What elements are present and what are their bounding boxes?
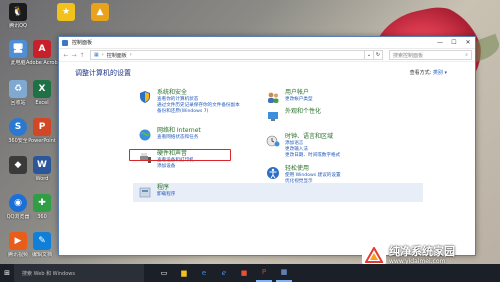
monitor-palette-icon: [265, 108, 281, 124]
desktop-icon-acrobat[interactable]: A Adobe Acrobat: [26, 40, 58, 66]
program-box-icon: [137, 184, 153, 200]
app-red-icon[interactable]: ■: [236, 264, 252, 282]
game-icon: ◆: [9, 156, 27, 174]
control-panel-icon: [62, 39, 68, 46]
chevron-right-icon: ›: [129, 52, 132, 58]
up-arrow-icon[interactable]: ↑: [78, 51, 86, 59]
recycle-bin-icon: ♻: [9, 80, 27, 98]
desktop-icon-excel[interactable]: X Excel: [26, 80, 58, 106]
taskbar-search-text: 搜索 Web 和 Windows: [22, 270, 75, 277]
category-link[interactable]: 卸载程序: [157, 192, 175, 198]
category-title[interactable]: 外观和个性化: [285, 108, 321, 116]
category-ease-of-access: 轻松使用 使用 Windows 建议的设置 优化视觉显示: [265, 165, 341, 185]
excel-icon: X: [33, 80, 51, 98]
category-title[interactable]: 用户帐户: [285, 89, 313, 97]
title-bar[interactable]: 控制面板 — ☐ ✕: [59, 37, 475, 49]
globe-icon: [137, 127, 153, 143]
edge-browser-icon[interactable]: e: [196, 264, 212, 282]
computer-icon: 🖥: [9, 40, 27, 58]
desktop-icon-qq[interactable]: 🐧 腾讯QQ: [2, 3, 34, 29]
chevron-right-icon: ›: [101, 52, 104, 58]
powerpoint-icon: P: [33, 118, 51, 136]
category-user-accounts: 用户帐户 更改帐户类型: [265, 89, 313, 105]
view-by: 查看方式: 类别 ▾: [410, 69, 447, 76]
category-link[interactable]: 优化视觉显示: [285, 179, 341, 185]
page-title: 调整计算机的设置: [75, 69, 131, 77]
address-bar: ← → ↑ ▦ › 控制面板 › ⌄ ↻ 搜索控制面板 ⌕: [59, 49, 475, 62]
view-by-label: 查看方式:: [409, 70, 432, 76]
app-icon: ▲: [91, 3, 109, 21]
category-title[interactable]: 轻松使用: [285, 165, 341, 173]
window-title: 控制面板: [72, 40, 93, 46]
category-programs-row: [133, 183, 423, 202]
control-panel-taskbar-icon[interactable]: ▦: [276, 264, 292, 282]
watermark-title: 纯净系统家园: [389, 244, 455, 258]
minimize-button[interactable]: —: [433, 37, 447, 48]
shield-icon: S: [9, 118, 27, 136]
desktop-icon-app[interactable]: ▲: [84, 3, 116, 23]
category-link[interactable]: 查看网络状态和任务: [157, 135, 201, 141]
acrobat-icon: A: [33, 40, 51, 58]
desktop-icon-360-guard[interactable]: ✚ 360: [26, 194, 58, 220]
desktop-icon-editor[interactable]: ✎ 编辑文档: [26, 232, 58, 258]
watermark-logo-icon: [362, 244, 386, 266]
shield-icon: [137, 89, 153, 105]
control-panel-window: 控制面板 — ☐ ✕ ← → ↑ ▦ › 控制面板 › ⌄ ↻ 搜索控制面板 ⌕…: [58, 36, 476, 256]
task-view-icon[interactable]: ▭: [156, 264, 172, 282]
powerpoint-taskbar-icon[interactable]: P: [256, 264, 272, 282]
category-clock-language: 时钟、语言和区域 添加语言 更改输入法 更改日期、时间或数字格式: [265, 133, 340, 159]
ie-browser-icon[interactable]: ℯ: [216, 264, 232, 282]
control-panel-small-icon: ▦: [94, 52, 99, 58]
back-arrow-icon[interactable]: ←: [62, 51, 70, 59]
windows-start-icon[interactable]: ⊞: [0, 264, 14, 282]
document-icon: ✎: [33, 232, 51, 250]
desktop-icon-folder[interactable]: ★: [50, 3, 82, 23]
guard-icon: ✚: [33, 194, 51, 212]
users-icon: [265, 89, 281, 105]
close-button[interactable]: ✕: [461, 37, 475, 48]
category-title[interactable]: 系统和安全: [157, 89, 240, 97]
search-placeholder: 搜索控制面板: [393, 52, 424, 59]
maximize-button[interactable]: ☐: [447, 37, 461, 48]
taskbar-search[interactable]: 搜索 Web 和 Windows: [14, 264, 144, 282]
accessibility-icon: [265, 165, 281, 181]
category-link[interactable]: 更改帐户类型: [285, 97, 313, 103]
category-link[interactable]: 更改日期、时间或数字格式: [285, 153, 340, 159]
category-title[interactable]: 网络和 Internet: [157, 127, 201, 135]
category-appearance: 外观和个性化: [265, 108, 321, 124]
clock-globe-icon: [265, 133, 281, 149]
category-title[interactable]: 时钟、语言和区域: [285, 133, 340, 141]
chevron-down-icon[interactable]: ⌄: [365, 50, 374, 60]
desktop-icon-powerpoint[interactable]: P PowerPoint: [26, 118, 58, 144]
category-link[interactable]: 备份和还原(Windows 7): [157, 109, 240, 115]
breadcrumb[interactable]: ▦ › 控制面板 ›: [90, 50, 365, 60]
category-link[interactable]: 添加设备: [157, 164, 194, 170]
video-icon: ▶: [9, 232, 27, 250]
refresh-icon[interactable]: ↻: [374, 50, 383, 60]
file-explorer-icon[interactable]: ▆: [176, 264, 192, 282]
category-programs: 程序 卸载程序: [137, 184, 175, 200]
category-system-security: 系统和安全 查看你的计算机状态 通过文件历史记录保存你的文件备份副本 备份和还原…: [137, 89, 240, 115]
search-input[interactable]: 搜索控制面板 ⌕: [389, 50, 472, 60]
folder-icon: ★: [57, 3, 75, 21]
highlight-annotation-box: [129, 149, 231, 161]
search-icon: ⌕: [465, 52, 468, 58]
category-network-internet: 网络和 Internet 查看网络状态和任务: [137, 127, 201, 143]
browser-icon: ◉: [9, 194, 27, 212]
category-title[interactable]: 程序: [157, 184, 175, 192]
desktop-icon-word[interactable]: W Word: [26, 156, 58, 182]
qq-penguin-icon: 🐧: [9, 3, 27, 21]
view-by-select[interactable]: 类别 ▾: [433, 70, 447, 76]
word-icon: W: [33, 156, 51, 174]
forward-arrow-icon[interactable]: →: [70, 51, 78, 59]
breadcrumb-item[interactable]: 控制面板: [107, 52, 127, 59]
taskbar: ⊞ 搜索 Web 和 Windows ▭ ▆ e ℯ ■ P ▦: [0, 264, 500, 282]
